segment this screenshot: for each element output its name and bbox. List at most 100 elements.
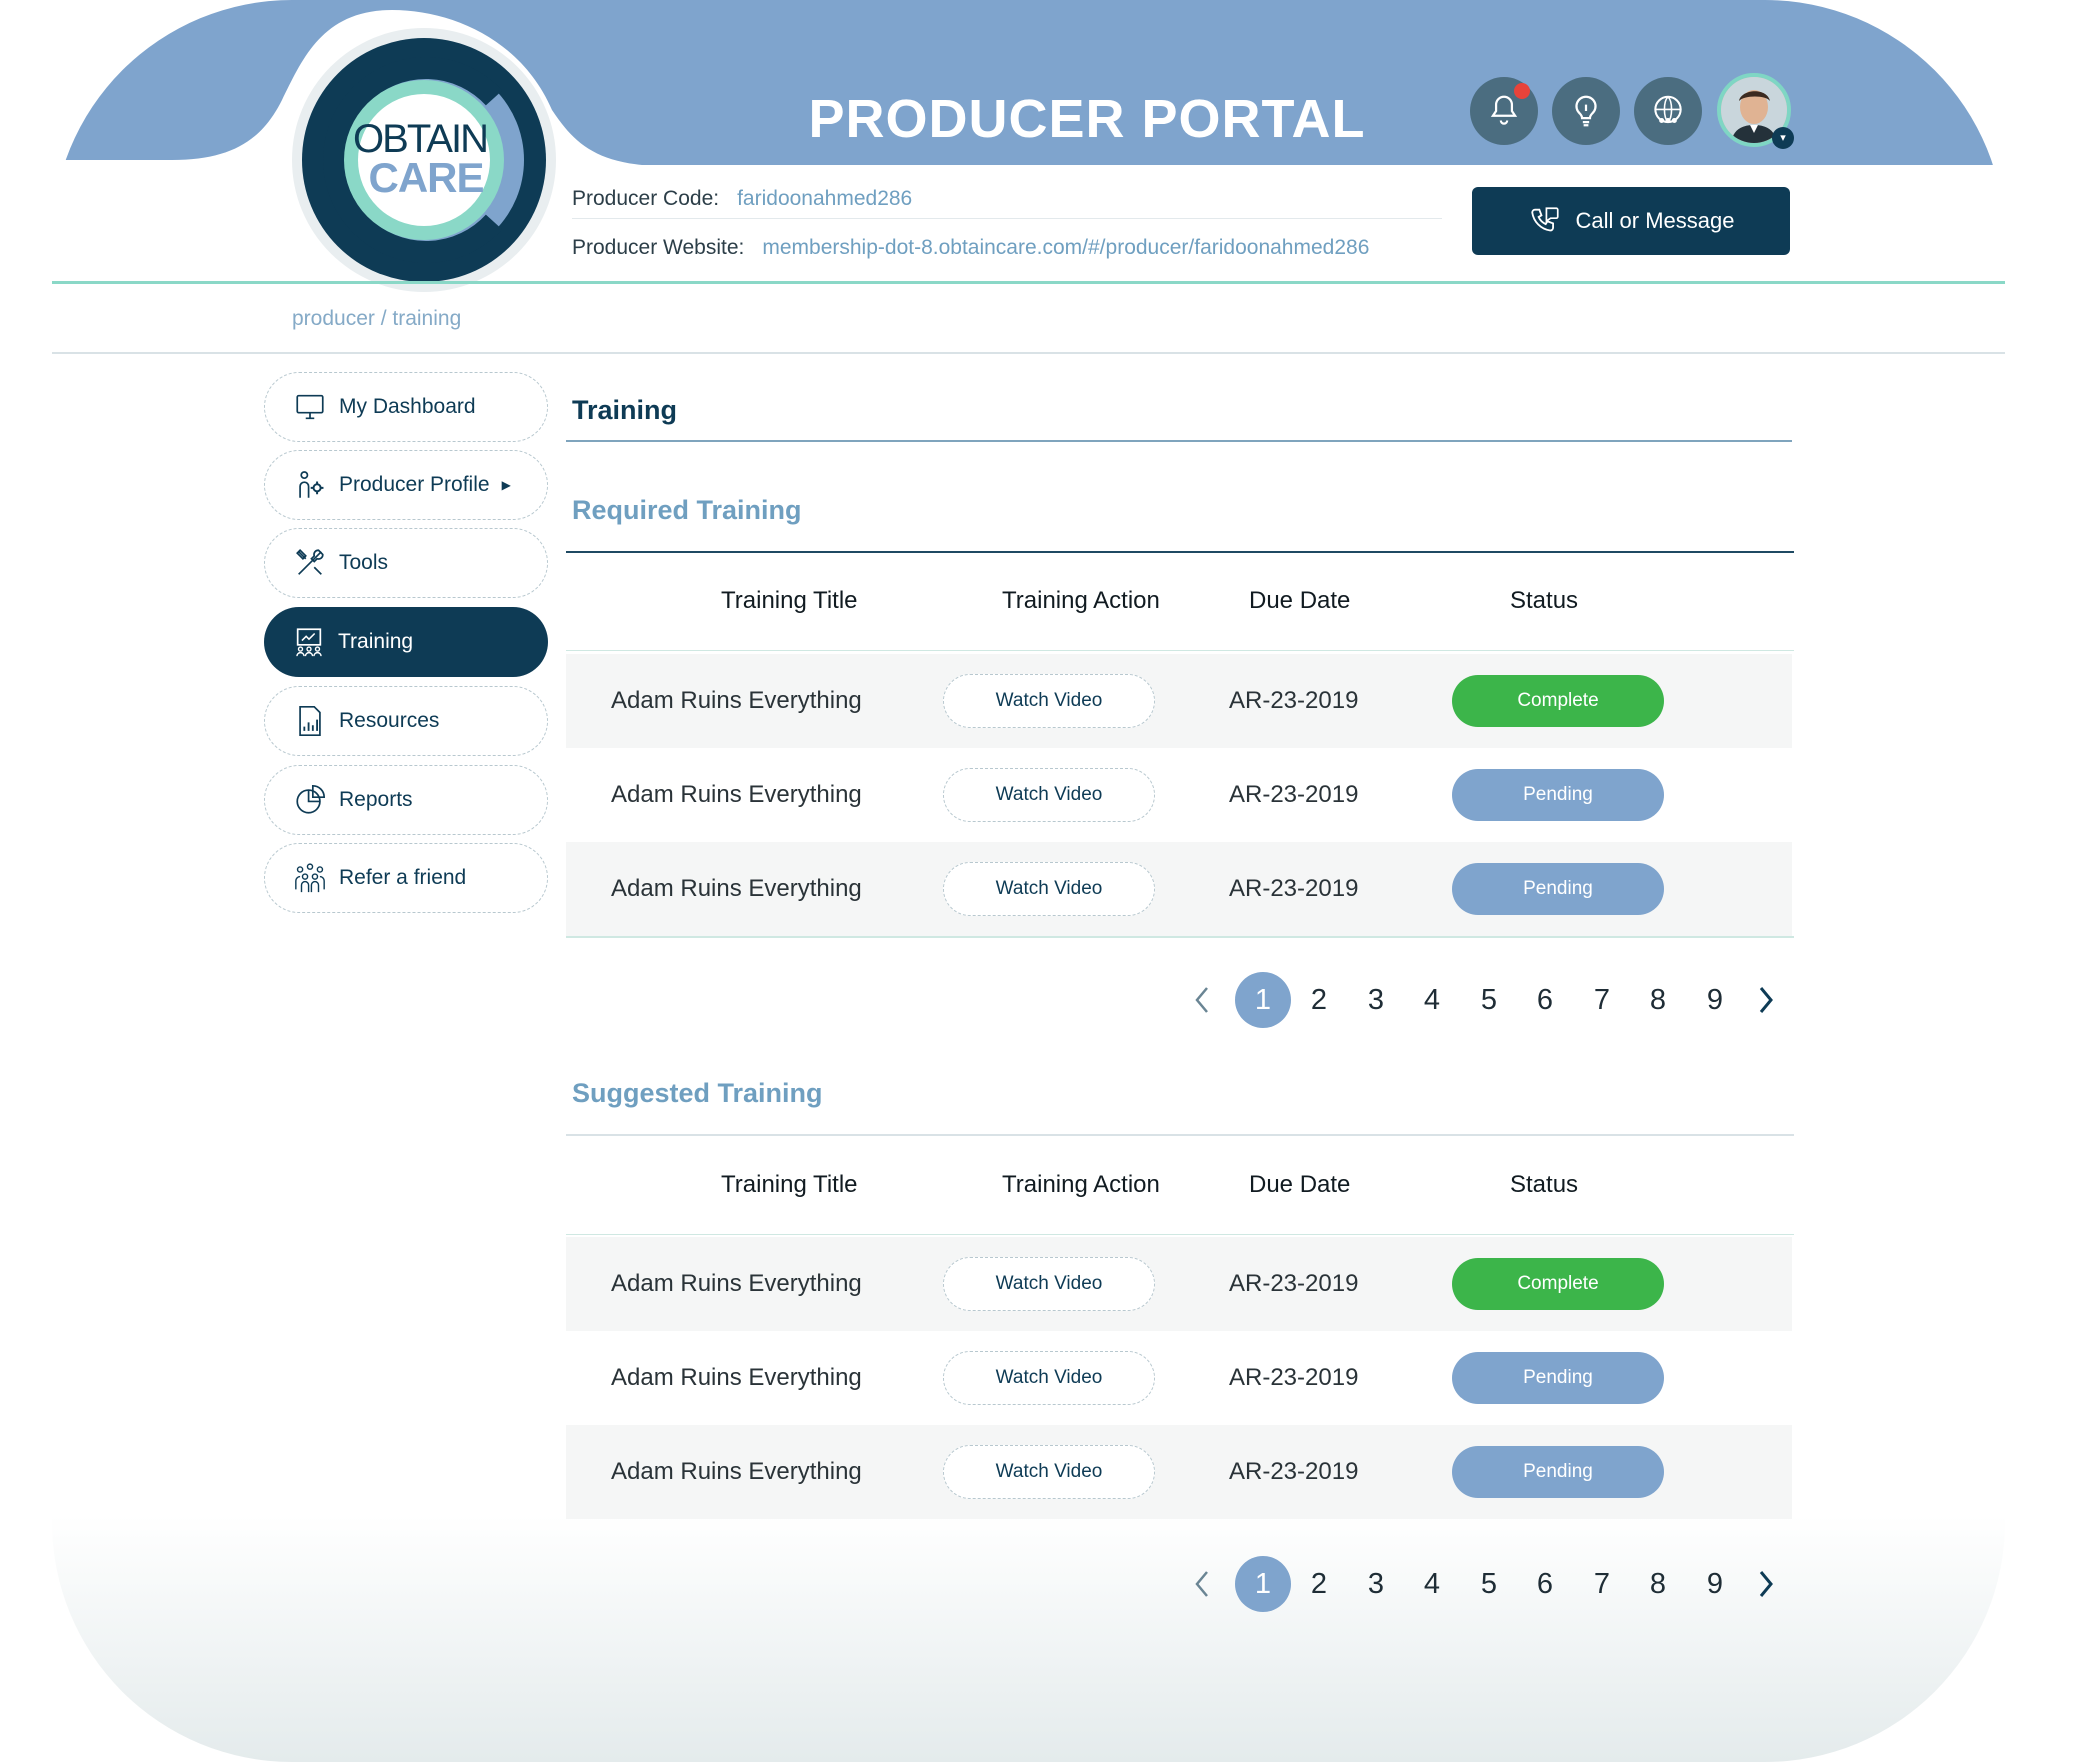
page-button[interactable]: 6 xyxy=(1517,1556,1573,1612)
sidebar-item-tools[interactable]: Tools xyxy=(264,528,548,598)
producer-code-row: Producer Code: faridoonahmed286 xyxy=(572,187,912,211)
page-button[interactable]: 4 xyxy=(1404,1556,1460,1612)
watch-video-button[interactable]: Watch Video xyxy=(943,768,1155,822)
globe-people-icon xyxy=(1654,95,1682,124)
page-button[interactable]: 2 xyxy=(1291,1556,1347,1612)
header-divider xyxy=(52,281,2005,284)
page-button[interactable]: 7 xyxy=(1574,1556,1630,1612)
app-frame: OBTAIN CARE PRODUCER PORTAL ▾ Producer C… xyxy=(52,0,2005,1762)
page-button[interactable]: 5 xyxy=(1461,972,1517,1028)
tips-button[interactable] xyxy=(1552,77,1620,145)
page-button[interactable]: 9 xyxy=(1687,972,1743,1028)
suggested-training-title: Suggested Training xyxy=(572,1078,823,1108)
table-row: Adam Ruins Everything Watch Video AR-23-… xyxy=(566,842,1792,936)
training-title-cell: Adam Ruins Everything xyxy=(611,781,862,808)
sidebar-item-producer-profile[interactable]: Producer Profile ▶ xyxy=(264,450,548,520)
watch-video-button[interactable]: Watch Video xyxy=(943,862,1155,916)
page-button[interactable]: 6 xyxy=(1517,972,1573,1028)
due-date-cell: AR-23-2019 xyxy=(1229,875,1359,902)
page-title: PRODUCER PORTAL xyxy=(808,89,1366,149)
info-divider xyxy=(572,218,1442,219)
suggested-training-divider xyxy=(566,1134,1794,1136)
training-title-cell: Adam Ruins Everything xyxy=(611,1458,862,1485)
column-header-action: Training Action xyxy=(1002,1171,1160,1198)
required-header-divider xyxy=(566,650,1794,651)
chevron-right-icon[interactable] xyxy=(1746,972,1786,1028)
obtaincare-logo[interactable]: OBTAIN CARE xyxy=(284,20,564,300)
producer-code-label: Producer Code: xyxy=(572,187,720,210)
page-button[interactable]: 8 xyxy=(1630,972,1686,1028)
page-button[interactable]: 4 xyxy=(1404,972,1460,1028)
column-header-status: Status xyxy=(1510,1171,1579,1198)
watch-video-button[interactable]: Watch Video xyxy=(943,1257,1155,1311)
watch-video-button[interactable]: Watch Video xyxy=(943,1351,1155,1405)
training-title-cell: Adam Ruins Everything xyxy=(611,875,862,902)
status-badge: Pending xyxy=(1452,1352,1664,1404)
table-row: Adam Ruins Everything Watch Video AR-23-… xyxy=(566,1425,1792,1519)
due-date-cell: AR-23-2019 xyxy=(1229,687,1359,714)
breadcrumb[interactable]: producer / training xyxy=(292,307,461,331)
page-button[interactable]: 9 xyxy=(1687,1556,1743,1612)
sidebar-item-label: Producer Profile xyxy=(339,473,490,496)
column-header-title: Training Title xyxy=(721,1171,858,1198)
sidebar-item-reports[interactable]: Reports xyxy=(264,765,548,835)
chevron-left-icon[interactable] xyxy=(1182,1556,1222,1612)
sidebar-item-label: Reports xyxy=(339,788,413,811)
svg-text:CARE: CARE xyxy=(368,154,483,201)
producer-website-row: Producer Website: membership-dot-8.obtain… xyxy=(572,236,1369,260)
sidebar-item-label: Training xyxy=(338,630,414,653)
sidebar-item-resources[interactable]: Resources xyxy=(264,686,548,756)
sidebar-item-label: Tools xyxy=(339,551,389,574)
due-date-cell: AR-23-2019 xyxy=(1229,781,1359,808)
sidebar-item-training[interactable]: Training xyxy=(264,607,548,677)
chevron-right-icon[interactable] xyxy=(1746,1556,1786,1612)
page-button[interactable]: 8 xyxy=(1630,1556,1686,1612)
chevron-left-icon[interactable] xyxy=(1182,972,1222,1028)
notifications-button[interactable] xyxy=(1470,77,1538,145)
sidebar-item-label: Refer a friend xyxy=(339,866,467,889)
watch-video-button[interactable]: Watch Video xyxy=(943,1445,1155,1499)
document-chart-icon xyxy=(299,705,321,737)
due-date-cell: AR-23-2019 xyxy=(1229,1364,1359,1391)
watch-video-button[interactable]: Watch Video xyxy=(943,674,1155,728)
table-row: Adam Ruins Everything Watch Video AR-23-… xyxy=(566,1237,1792,1331)
column-header-due-date: Due Date xyxy=(1249,1171,1351,1198)
page-button[interactable]: 1 xyxy=(1235,1556,1291,1612)
monitor-icon xyxy=(296,394,324,420)
producer-website-link[interactable]: membership-dot-8.obtaincare.com/#/produc… xyxy=(762,236,1369,259)
required-training-title: Required Training xyxy=(572,495,802,525)
due-date-cell: AR-23-2019 xyxy=(1229,1270,1359,1297)
column-header-status: Status xyxy=(1510,587,1579,614)
call-or-message-button[interactable]: Call or Message xyxy=(1472,187,1790,255)
page-button[interactable]: 5 xyxy=(1461,1556,1517,1612)
sidebar-item-label: My Dashboard xyxy=(339,395,476,418)
column-header-due-date: Due Date xyxy=(1249,587,1351,614)
producer-code-value: faridoonahmed286 xyxy=(737,187,913,210)
lightbulb-icon xyxy=(1575,95,1597,127)
table-row: Adam Ruins Everything Watch Video AR-23-… xyxy=(566,654,1792,748)
breadcrumb-divider xyxy=(52,352,2005,354)
group-people-icon xyxy=(295,863,325,893)
training-title-cell: Adam Ruins Everything xyxy=(611,687,862,714)
sidebar-item-label: Resources xyxy=(339,709,440,732)
training-board-icon xyxy=(296,628,322,657)
sidebar-item-refer-a-friend[interactable]: Refer a friend xyxy=(264,843,548,913)
call-button-label: Call or Message xyxy=(1575,208,1735,233)
training-title-cell: Adam Ruins Everything xyxy=(611,1364,862,1391)
phone-chat-icon xyxy=(1530,207,1559,232)
chevron-down-icon[interactable]: ▾ xyxy=(1772,127,1794,149)
page-button[interactable]: 3 xyxy=(1348,972,1404,1028)
page-button[interactable]: 2 xyxy=(1291,972,1347,1028)
required-table-bottom xyxy=(566,936,1794,938)
column-header-title: Training Title xyxy=(721,587,858,614)
sidebar-item-my-dashboard[interactable]: My Dashboard xyxy=(264,372,548,442)
table-row: Adam Ruins Everything Watch Video AR-23-… xyxy=(566,1331,1792,1425)
tools-icon xyxy=(296,549,324,575)
page-button[interactable]: 1 xyxy=(1235,972,1291,1028)
page-button[interactable]: 3 xyxy=(1348,1556,1404,1612)
suggested-header-divider xyxy=(566,1234,1794,1235)
training-title-cell: Adam Ruins Everything xyxy=(611,1270,862,1297)
pie-chart-icon xyxy=(296,784,326,814)
page-button[interactable]: 7 xyxy=(1574,972,1630,1028)
community-button[interactable] xyxy=(1634,77,1702,145)
